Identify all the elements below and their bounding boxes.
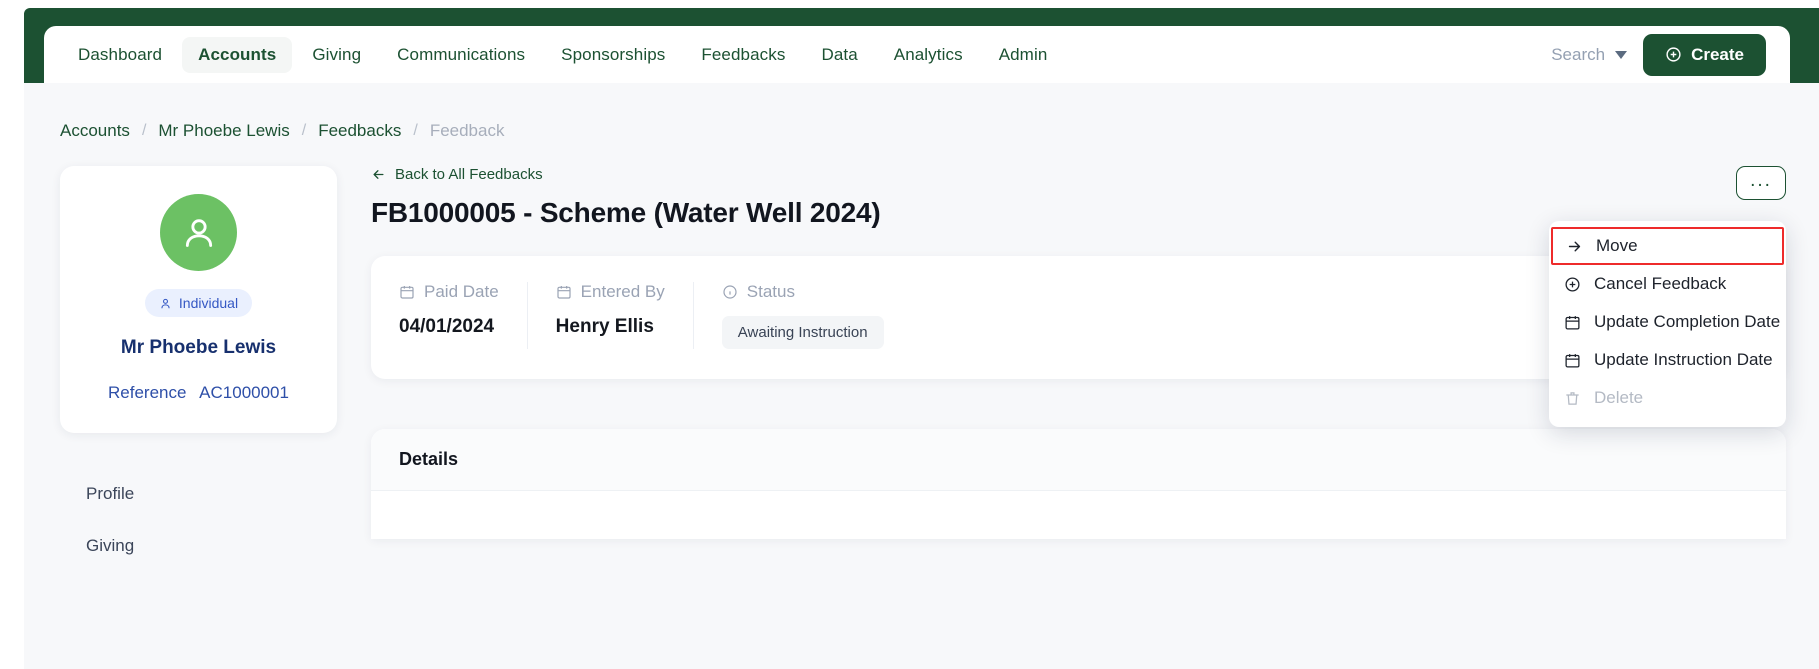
- account-name: Mr Phoebe Lewis: [120, 337, 277, 358]
- create-button[interactable]: Create: [1643, 33, 1766, 76]
- field-status-label-row: Status: [722, 282, 884, 302]
- plus-circle-icon: [1666, 47, 1681, 62]
- page-title: FB1000005 - Scheme (Water Well 2024): [371, 197, 881, 228]
- account-type-label: Individual: [178, 295, 239, 311]
- nav-item-feedbacks[interactable]: Feedbacks: [685, 37, 801, 73]
- details-heading: Details: [371, 429, 1786, 491]
- account-type-badge: Individual: [144, 289, 253, 317]
- menu-item-cancel-feedback[interactable]: Cancel Feedback: [1549, 265, 1786, 303]
- menu-item-update-completion-date-label: Update Completion Date: [1594, 312, 1781, 331]
- plus-circle-icon: [1563, 276, 1581, 293]
- more-options-dropdown-menu: Move Cancel Feedback Update Completion D…: [1549, 221, 1786, 427]
- field-paid-date: Paid Date 04/01/2024: [399, 282, 527, 349]
- person-icon: [161, 298, 170, 308]
- nav-item-analytics[interactable]: Analytics: [878, 37, 979, 73]
- nav-item-communications[interactable]: Communications: [381, 37, 541, 73]
- person-icon: [185, 218, 212, 247]
- breadcrumb: Accounts / Mr Phoebe Lewis / Feedbacks /…: [24, 83, 1819, 141]
- field-entered-by: Entered By Henry Ellis: [526, 282, 693, 349]
- breadcrumb-item-accounts[interactable]: Accounts: [60, 121, 130, 141]
- field-status: Status Awaiting Instruction: [692, 282, 912, 349]
- menu-item-delete: Delete: [1549, 379, 1786, 417]
- avatar: [160, 194, 237, 271]
- breadcrumb-separator: /: [301, 122, 307, 139]
- details-card: Details: [371, 429, 1786, 539]
- sidebar-item-profile[interactable]: Profile: [86, 468, 337, 520]
- chevron-down-icon: [1615, 50, 1628, 59]
- breadcrumb-separator: /: [141, 122, 147, 139]
- menu-item-update-instruction-date-label: Update Instruction Date: [1594, 350, 1773, 369]
- nav-right-actions: Search Create: [1551, 33, 1766, 76]
- menu-item-update-instruction-date[interactable]: Update Instruction Date: [1549, 341, 1786, 379]
- nav-item-accounts[interactable]: Accounts: [182, 36, 293, 73]
- page-body: Accounts / Mr Phoebe Lewis / Feedbacks /…: [24, 83, 1819, 669]
- more-options-button[interactable]: ...: [1736, 166, 1786, 200]
- create-button-label: Create: [1691, 44, 1744, 64]
- field-status-value-wrap: Awaiting Instruction: [721, 316, 884, 349]
- account-side-nav: Profile Giving: [60, 468, 337, 572]
- calendar-icon: [400, 286, 414, 299]
- search-dropdown[interactable]: Search: [1551, 44, 1628, 65]
- left-column: Individual Mr Phoebe Lewis Reference AC1…: [60, 166, 337, 572]
- field-entered-by-label-row: Entered By: [556, 282, 665, 302]
- feedback-title-group: Back to All Feedbacks FB1000005 - Scheme…: [371, 166, 881, 229]
- field-status-label: Status: [746, 282, 795, 301]
- arrow-left-icon: [373, 170, 384, 179]
- account-reference: Reference AC1000001: [78, 383, 319, 403]
- breadcrumb-item-feedbacks[interactable]: Feedbacks: [318, 121, 401, 141]
- field-paid-date-label-row: Paid Date: [399, 282, 499, 302]
- content-area: Individual Mr Phoebe Lewis Reference AC1…: [24, 141, 1819, 572]
- calendar-icon: [1563, 352, 1581, 369]
- trash-icon: [1563, 390, 1581, 407]
- breadcrumb-item-feedback-current: Feedback: [429, 121, 505, 140]
- nav-item-admin[interactable]: Admin: [983, 37, 1064, 73]
- feedback-header: Back to All Feedbacks FB1000005 - Scheme…: [371, 166, 1786, 229]
- account-reference-label: Reference: [108, 383, 187, 402]
- back-link-label: Back to All Feedbacks: [395, 166, 543, 183]
- main-column: Back to All Feedbacks FB1000005 - Scheme…: [371, 166, 1819, 572]
- menu-item-cancel-feedback-label: Cancel Feedback: [1594, 274, 1727, 293]
- calendar-icon: [557, 286, 571, 299]
- app-screen: Dashboard Accounts Giving Communications…: [0, 0, 1819, 669]
- search-label: Search: [1551, 44, 1606, 64]
- breadcrumb-item-account-name[interactable]: Mr Phoebe Lewis: [158, 121, 289, 141]
- field-paid-date-value: 04/01/2024: [399, 316, 495, 337]
- menu-item-update-completion-date[interactable]: Update Completion Date: [1549, 303, 1786, 341]
- sidebar-item-giving[interactable]: Giving: [86, 520, 337, 572]
- menu-item-move[interactable]: Move: [1551, 227, 1784, 265]
- top-navigation-bar: Dashboard Accounts Giving Communications…: [44, 26, 1790, 83]
- breadcrumb-separator: /: [413, 122, 418, 139]
- menu-item-delete-label: Delete: [1594, 388, 1644, 407]
- nav-item-sponsorships[interactable]: Sponsorships: [545, 37, 681, 73]
- arrow-right-icon: [1565, 238, 1583, 255]
- nav-item-data[interactable]: Data: [805, 37, 873, 73]
- calendar-icon: [1563, 314, 1581, 331]
- info-circle-icon: [723, 285, 737, 299]
- nav-links: Dashboard Accounts Giving Communications…: [62, 36, 1064, 73]
- account-reference-value: AC1000001: [199, 383, 289, 402]
- status-badge: Awaiting Instruction: [721, 316, 884, 349]
- back-to-all-feedbacks-link[interactable]: Back to All Feedbacks: [371, 166, 543, 183]
- field-entered-by-label: Entered By: [580, 282, 665, 301]
- account-profile-card: Individual Mr Phoebe Lewis Reference AC1…: [60, 166, 337, 433]
- field-paid-date-label: Paid Date: [424, 282, 499, 301]
- menu-item-move-label: Move: [1596, 236, 1638, 255]
- field-entered-by-value: Henry Ellis: [555, 316, 654, 337]
- nav-item-dashboard[interactable]: Dashboard: [62, 37, 178, 73]
- nav-item-giving[interactable]: Giving: [296, 37, 377, 73]
